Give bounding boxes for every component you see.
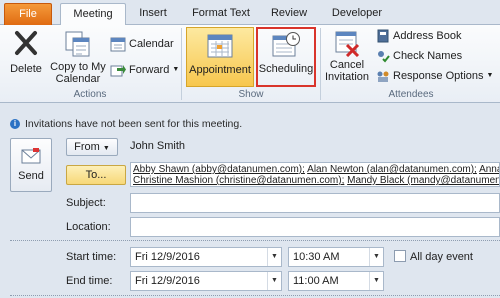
show-group-label: Show (238, 89, 264, 100)
end-time-label: End time: (66, 275, 113, 287)
check-names-label: Check Names (393, 50, 463, 62)
start-date-picker[interactable]: Fri 12/9/2016 ▼ (130, 247, 282, 267)
forward-label: Forward (129, 64, 170, 76)
tab-insert[interactable]: Insert (130, 3, 176, 25)
tab-format-text[interactable]: Format Text (186, 3, 256, 25)
end-date-dropdown-icon[interactable]: ▼ (267, 272, 281, 290)
delete-label: Delete (10, 63, 42, 75)
to-line-1: Abby Shawn (abby@datanumen.com); Alan Ne… (133, 164, 499, 175)
cancel-invitation-label-1: Cancel (329, 59, 365, 71)
end-time-picker[interactable]: 11:00 AM ▼ (288, 271, 384, 291)
scheduling-icon (272, 32, 300, 57)
tab-developer[interactable]: Developer (324, 3, 390, 25)
response-options-icon (377, 71, 389, 82)
divider (10, 295, 500, 296)
end-date-value: Fri 12/9/2016 (135, 275, 200, 287)
attendees-group-label: Attendees (388, 89, 434, 100)
ribbon-tab-strip: File Meeting Insert Format Text Review D… (0, 0, 500, 26)
from-dropdown-icon: ▼ (102, 145, 110, 152)
appointment-icon (207, 34, 233, 58)
appointment-button[interactable]: Appointment (186, 27, 254, 87)
delete-button[interactable]: Delete (8, 29, 44, 75)
copy-to-my-calendar-label-1: Copy to My (50, 61, 106, 73)
end-time-value: 11:00 AM (293, 275, 339, 287)
tab-review[interactable]: Review (264, 3, 314, 25)
end-date-picker[interactable]: Fri 12/9/2016 ▼ (130, 271, 282, 291)
forward-icon (110, 65, 126, 77)
calendar-icon (110, 37, 126, 52)
location-label: Location: (66, 221, 111, 233)
recipient[interactable]: Anna (479, 164, 499, 175)
ribbon: Delete Copy to My Calendar Calendar Forw… (0, 25, 500, 103)
send-button[interactable]: Send (10, 138, 52, 192)
cancel-invitation-button[interactable]: Cancel Invitation (322, 29, 372, 83)
scheduling-label: Scheduling (258, 63, 314, 75)
subject-field[interactable] (130, 193, 500, 213)
cancel-invitation-label-2: Invitation (324, 71, 370, 83)
recipient[interactable]: Abby Shawn (abby@datanumen.com); (133, 164, 305, 175)
info-bar: i Invitations have not been sent for thi… (0, 115, 500, 133)
from-value: John Smith (130, 140, 186, 152)
end-time-dropdown-icon[interactable]: ▼ (369, 272, 383, 290)
info-icon: i (10, 119, 20, 129)
start-time-label: Start time: (66, 251, 117, 263)
response-options-label: Response Options (393, 70, 484, 82)
recipient[interactable]: Christine Mashion (christine@datanumen.c… (133, 175, 344, 186)
recipient[interactable]: Mandy Black (mandy@datanumen.com); (347, 175, 499, 186)
cancel-invitation-icon (335, 31, 360, 57)
to-field[interactable]: Abby Shawn (abby@datanumen.com); Alan Ne… (130, 162, 500, 187)
start-date-value: Fri 12/9/2016 (135, 251, 200, 263)
address-book-icon (377, 29, 389, 43)
calendar-label: Calendar (129, 38, 174, 50)
address-book-label: Address Book (393, 30, 462, 42)
copy-to-my-calendar-label-2: Calendar (55, 73, 101, 85)
tab-file[interactable]: File (4, 3, 52, 25)
divider (10, 240, 500, 241)
send-envelope-icon (21, 148, 41, 164)
scheduling-button[interactable]: Scheduling (256, 27, 316, 87)
recipient[interactable]: Alan Newton (alan@datanumen.com); (307, 164, 477, 175)
address-book-button[interactable]: Address Book (376, 27, 461, 45)
tab-meeting[interactable]: Meeting (60, 3, 126, 26)
meeting-form: Send From ▼ John Smith To... Abby Shawn … (0, 135, 500, 298)
from-button-label: From (74, 141, 100, 153)
from-button[interactable]: From ▼ (66, 138, 118, 156)
start-time-picker[interactable]: 10:30 AM ▼ (288, 247, 384, 267)
forward-dropdown-icon: ▼ (172, 66, 180, 73)
group-separator (320, 28, 321, 100)
all-day-event-label: All day event (410, 251, 473, 263)
check-names-icon (378, 51, 390, 63)
response-options-button[interactable]: Response Options ▼ (376, 67, 493, 85)
check-names-button[interactable]: Check Names (376, 47, 462, 65)
start-time-value: 10:30 AM (293, 251, 340, 263)
copy-to-my-calendar-button[interactable]: Copy to My Calendar (48, 29, 108, 85)
to-line-2: Christine Mashion (christine@datanumen.c… (133, 175, 499, 186)
start-time-dropdown-icon[interactable]: ▼ (369, 248, 383, 266)
to-button[interactable]: To... (66, 165, 126, 185)
group-separator (181, 28, 182, 100)
forward-button[interactable]: Forward ▼ (110, 61, 179, 79)
calendar-button[interactable]: Calendar (110, 35, 174, 53)
delete-x-icon (15, 31, 37, 55)
appointment-label: Appointment (189, 64, 251, 76)
response-options-dropdown-icon: ▼ (486, 72, 494, 79)
info-bar-text: Invitations have not been sent for this … (25, 118, 243, 130)
all-day-event-checkbox[interactable] (394, 250, 406, 262)
copy-calendar-icon (65, 31, 90, 57)
subject-label: Subject: (66, 197, 106, 209)
actions-group-label: Actions (73, 89, 107, 100)
send-label: Send (18, 170, 44, 182)
location-field[interactable] (130, 217, 500, 237)
start-date-dropdown-icon[interactable]: ▼ (267, 248, 281, 266)
